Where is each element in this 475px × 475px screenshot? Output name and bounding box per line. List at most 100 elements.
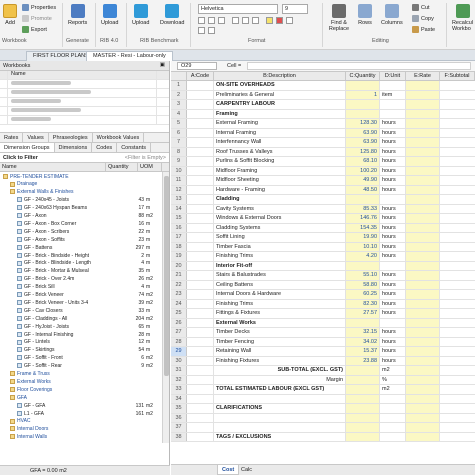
tree-item[interactable]: GF - Lintels 12 m [0, 339, 162, 346]
sheet-row[interactable]: 25 Fittings & Fixtures 27.57 hours [171, 309, 475, 319]
cell-unit[interactable]: hours [380, 138, 406, 147]
cell-subtotal[interactable] [440, 81, 475, 90]
cell-reference-box[interactable]: O29 [177, 62, 217, 70]
sheet-row[interactable]: 17 Soffit Lining 19.90 hours [171, 233, 475, 243]
cell-description[interactable] [214, 423, 346, 432]
tab-constants[interactable]: Constants [117, 143, 151, 152]
tree-item[interactable]: GF - Brick - Blindside - Length 4 m [0, 260, 162, 267]
tree-col-uom[interactable]: UOM [138, 163, 162, 171]
cell-unit[interactable] [380, 394, 406, 403]
download-button[interactable]: Download [160, 4, 184, 26]
cell-code[interactable] [187, 128, 214, 137]
cell-unit[interactable]: hours [380, 223, 406, 232]
col-header-f[interactable]: F:Subtotal [440, 72, 475, 81]
upload-button[interactable]: Upload [101, 4, 118, 26]
formula-input[interactable] [247, 62, 471, 70]
cut-button[interactable]: Cut [412, 3, 430, 12]
cell-code[interactable] [187, 81, 214, 90]
cell-quantity[interactable] [346, 394, 380, 403]
sheet-row[interactable]: 35 CLARIFICATIONS [171, 404, 475, 414]
tree-item[interactable]: GF - Soffit - Front 6 m2 [0, 355, 162, 362]
cell-subtotal[interactable] [440, 214, 475, 223]
sheet-row[interactable]: 21 Stairs & Balustrades 55.10 hours [171, 271, 475, 281]
cell-subtotal[interactable] [440, 233, 475, 242]
cell-subtotal[interactable] [440, 347, 475, 356]
promote-button[interactable]: Promote [22, 14, 52, 23]
cell-code[interactable] [187, 290, 214, 299]
cell-rate[interactable] [406, 432, 440, 441]
cell-code[interactable] [187, 347, 214, 356]
cell-unit[interactable]: hours [380, 271, 406, 280]
cell-quantity[interactable]: 34.02 [346, 337, 380, 346]
cell-code[interactable] [187, 166, 214, 175]
cell-unit[interactable] [380, 195, 406, 204]
cell-subtotal[interactable] [440, 290, 475, 299]
cell-code[interactable] [187, 318, 214, 327]
cell-code[interactable] [187, 309, 214, 318]
cell-description[interactable]: Cladding Systems [214, 223, 346, 232]
cell-subtotal[interactable] [440, 262, 475, 271]
tab-dimensions[interactable]: Dimensions [55, 143, 93, 152]
merge-icon[interactable] [208, 27, 215, 34]
cell-quantity[interactable]: 19.90 [346, 233, 380, 242]
sheet-tab-cost[interactable]: Cost [217, 465, 240, 475]
workbook-row[interactable] [0, 80, 169, 89]
cell-unit[interactable]: hours [380, 337, 406, 346]
tree-item[interactable]: GF - 240x63 Hyspan Beams 17 m [0, 205, 162, 212]
cell-code[interactable] [187, 328, 214, 337]
cell-description[interactable]: Interior Fit-off [214, 261, 346, 270]
cell-rate[interactable] [406, 404, 440, 413]
cell-code[interactable] [187, 299, 214, 308]
cell-subtotal[interactable] [440, 319, 475, 328]
sheet-row[interactable]: 11 Midfloor Sheeting 49.90 hours [171, 176, 475, 186]
cell-description[interactable]: Cavity Systems [214, 204, 346, 213]
cell-description[interactable]: CARPENTRY LABOUR [214, 100, 346, 109]
sheet-tab-calc[interactable]: Calc [237, 465, 256, 475]
sheet-row[interactable]: 22 Ceiling Battens 58.80 hours [171, 280, 475, 290]
workbook-row[interactable] [0, 89, 169, 98]
cell-quantity[interactable]: 63.90 [346, 128, 380, 137]
sheet-row[interactable]: 4 Framing [171, 109, 475, 119]
cell-code[interactable] [187, 432, 214, 441]
cell-description[interactable]: ON-SITE OVERHEADS [214, 81, 346, 90]
tab-rates[interactable]: Rates [0, 133, 24, 142]
cell-unit[interactable] [380, 318, 406, 327]
tab-workbook-values[interactable]: Workbook Values [93, 133, 145, 142]
tree-item[interactable]: Frame & Truss [0, 371, 162, 378]
align-right-icon[interactable] [252, 17, 259, 24]
cell-unit[interactable]: hours [380, 290, 406, 299]
cell-unit[interactable]: m2 [380, 385, 406, 394]
cell-description[interactable] [214, 413, 346, 422]
tree-item[interactable]: GF - Battens 297 m [0, 244, 162, 251]
cell-description[interactable]: TAGS / EXCLUSIONS [214, 432, 346, 441]
cell-code[interactable] [187, 366, 214, 375]
sheet-row[interactable]: 8 Roof Trusses & Valleys 125.80 hours [171, 147, 475, 157]
sheet-row[interactable]: 23 Internal Doors & Hardware 60.25 hours [171, 290, 475, 300]
cell-code[interactable] [187, 404, 214, 413]
cell-unit[interactable]: hours [380, 166, 406, 175]
cell-quantity[interactable]: 23.88 [346, 356, 380, 365]
copy-button[interactable]: Copy [412, 14, 434, 23]
tree-scroll-thumb[interactable] [164, 176, 169, 376]
col-header-e[interactable]: E:Rate [406, 72, 440, 81]
cell-subtotal[interactable] [440, 423, 475, 432]
tree-item[interactable]: Internal Walls [0, 434, 162, 441]
tree-item[interactable]: HVAC [0, 418, 162, 425]
sheet-row[interactable]: 9 Purlins & Soffit Blocking 68.10 hours [171, 157, 475, 167]
sheet-row[interactable]: 31 SUB-TOTAL (EXCL. GST) m2 [171, 366, 475, 376]
cell-subtotal[interactable] [440, 300, 475, 309]
sheet-row[interactable]: 3 CARPENTRY LABOUR [171, 100, 475, 110]
sheet-row[interactable]: 13 Cladding [171, 195, 475, 205]
cell-code[interactable] [187, 271, 214, 280]
wrap-icon[interactable] [198, 27, 205, 34]
underline-icon[interactable] [218, 17, 225, 24]
tree-item[interactable]: GF - GFA 131 m2 [0, 402, 162, 409]
cell-subtotal[interactable] [440, 119, 475, 128]
tree-item[interactable]: GF - Skirtings 54 m [0, 347, 162, 354]
cell-unit[interactable] [380, 100, 406, 109]
cell-quantity[interactable] [346, 432, 380, 441]
workbook-row[interactable] [0, 107, 169, 116]
cell-subtotal[interactable] [440, 176, 475, 185]
cell-quantity[interactable]: 58.80 [346, 280, 380, 289]
cell-code[interactable] [187, 242, 214, 251]
